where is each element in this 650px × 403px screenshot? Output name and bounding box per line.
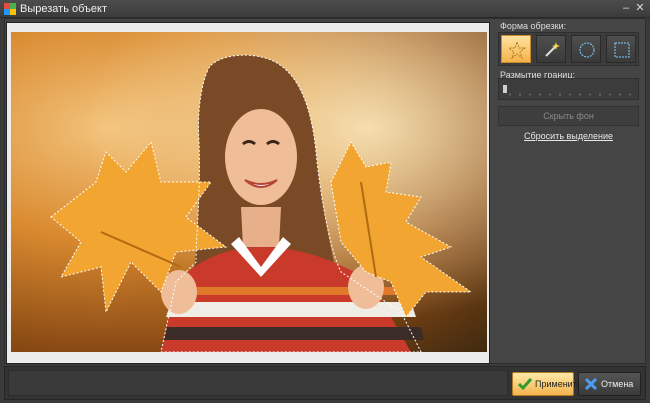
shape-rectangle-button[interactable]: [606, 35, 636, 63]
window-title: Вырезать объект: [20, 3, 108, 15]
shape-star-button[interactable]: [501, 35, 531, 63]
app-icon: [4, 3, 16, 15]
apply-button-label: Применить: [535, 379, 582, 389]
reset-selection-link[interactable]: Сбросить выделение: [498, 131, 639, 141]
cancel-button-label: Отмена: [601, 379, 634, 389]
rectangle-icon: [614, 42, 630, 58]
shape-group: [498, 32, 639, 66]
cancel-button[interactable]: Отмена: [578, 372, 641, 396]
blur-slider-thumb[interactable]: [503, 85, 507, 93]
bottom-bar: Применить Отмена: [4, 366, 646, 400]
blur-slider[interactable]: [498, 78, 639, 100]
magic-wand-icon: [545, 42, 560, 57]
canvas-area: [6, 22, 490, 364]
bottom-status-area: [8, 370, 508, 396]
photo-illustration: [11, 32, 487, 352]
minimize-button[interactable]: –: [619, 2, 633, 15]
shape-ellipse-button[interactable]: [571, 35, 601, 63]
shape-label: Форма обрезки:: [500, 21, 567, 31]
apply-button[interactable]: Применить: [512, 372, 582, 396]
checkmark-icon: [518, 378, 532, 391]
cross-icon: [584, 377, 598, 391]
blur-slider-ticks: [505, 93, 633, 96]
ellipse-icon: [579, 42, 595, 58]
shape-magic-wand-button[interactable]: [536, 35, 566, 63]
hide-background-button[interactable]: Скрыть фон: [498, 106, 639, 126]
tool-panel: Форма обрезки: Размытие границ: Скрыть ф…: [494, 18, 646, 364]
close-button[interactable]: ✕: [633, 2, 647, 15]
star-icon: [508, 41, 526, 59]
photo-canvas[interactable]: [11, 32, 487, 352]
title-bar: Вырезать объект – ✕: [0, 0, 650, 18]
